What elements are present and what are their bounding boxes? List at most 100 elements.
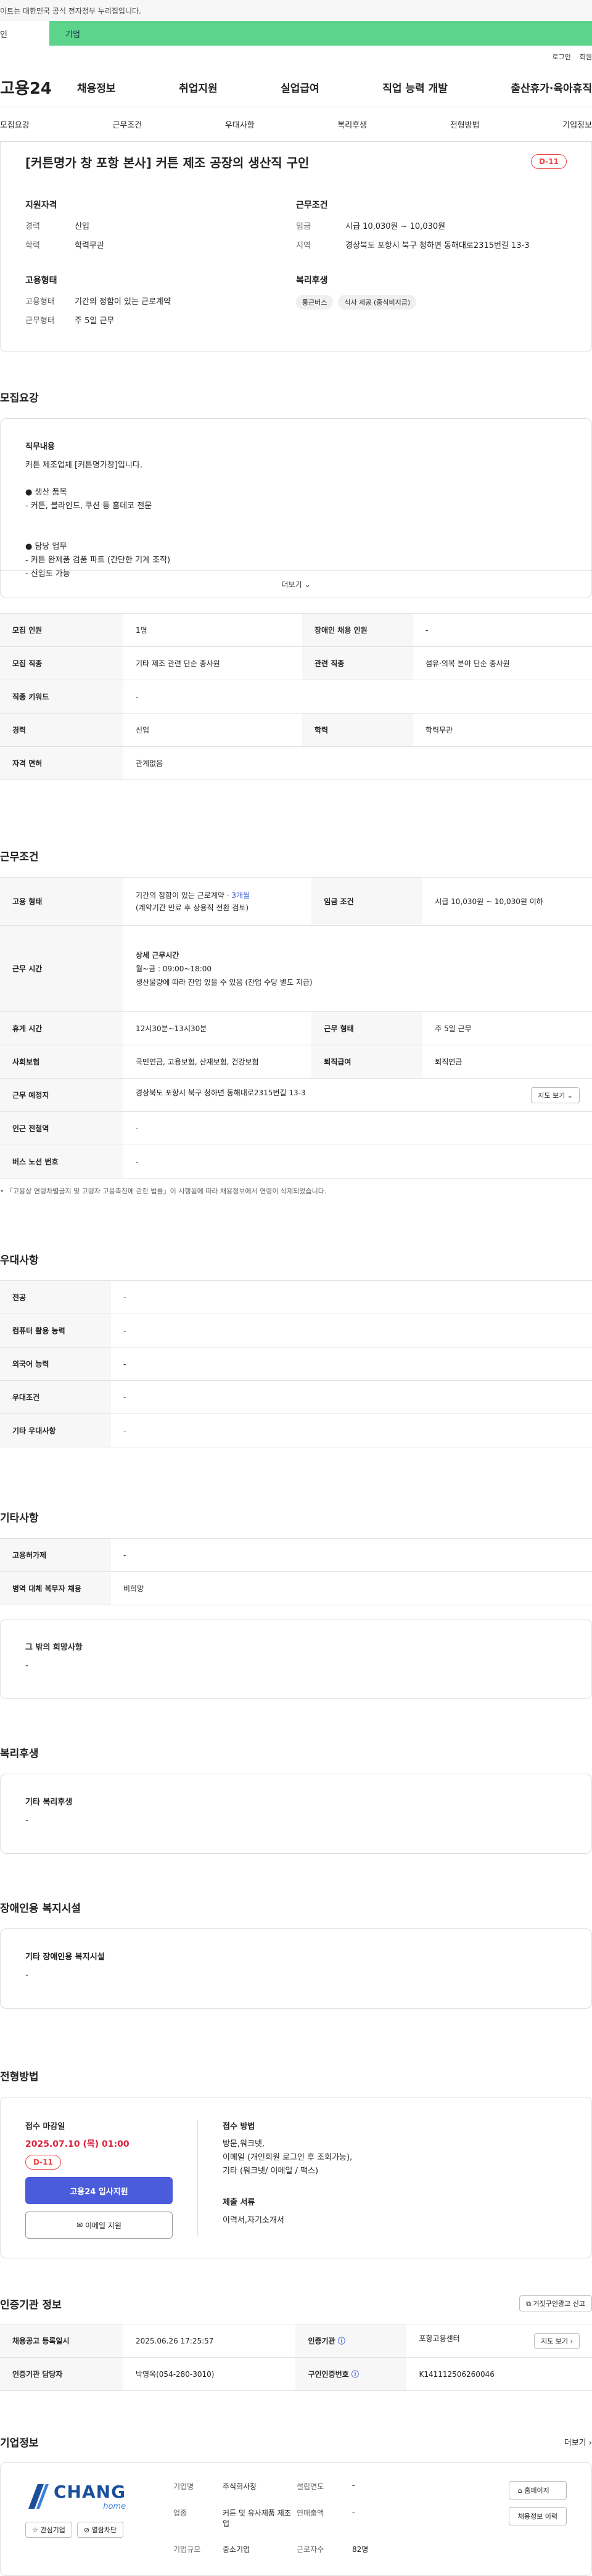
company-section-title: 기업정보: [0, 2437, 39, 2450]
table-header: 컴퓨터 활용 능력: [0, 1314, 111, 1348]
welfare-chip: 통근버스: [296, 295, 334, 310]
employment-block: 고용형태 고용형태 기간의 정함이 있는 근로계약 근무형태 주 5일 근무: [25, 274, 296, 333]
table-cell: -: [111, 1380, 592, 1414]
tab-personal[interactable]: 인: [0, 21, 49, 46]
deadline-heading: 접수 마감일: [25, 2122, 65, 2131]
field-value: -: [352, 2507, 355, 2516]
table-header: 인근 전철역: [0, 1111, 123, 1145]
recruit-table: 모집 인원 1명 장애인 채용 인원 - 모집 직종 기타 제조 관련 단순 종사원 관련…: [0, 613, 592, 780]
tab-selection[interactable]: 전형방법: [450, 118, 480, 130]
table-header: 우대조건: [0, 1380, 111, 1414]
table-row: 전공 -: [0, 1280, 592, 1314]
table-cell: -: [123, 680, 592, 714]
pref-section-title: 우대사항: [0, 1254, 39, 1267]
disabled-section-title: 장애인용 복지시설: [0, 1903, 81, 1915]
table-row: 자격 면허 관계없음: [0, 746, 592, 780]
field-label: 업종: [173, 2508, 187, 2517]
homepage-button[interactable]: ⌂ 홈페이지: [508, 2481, 567, 2500]
info-icon: •: [0, 1187, 4, 1195]
info-icon[interactable]: ⓘ: [338, 2337, 345, 2345]
table-row: 외국어 능력 -: [0, 1347, 592, 1381]
table-row: 인증기관 담당자 박영옥(054-280-3010) 구인인증번호 ⓘ K141112…: [0, 2357, 592, 2391]
field-value: 중소기업: [223, 2545, 250, 2554]
qualification-block: 지원자격 경력 신입 학력 학력무관: [25, 199, 296, 258]
contract-months[interactable]: 3개월: [231, 891, 250, 900]
gnb-item-employment-support[interactable]: 취업지원: [179, 80, 218, 95]
tab-recruit[interactable]: 모집요강: [0, 118, 30, 130]
work-table: 고용 형태 기간의 정함이 있는 근로계약 · 3개월 (계약기간 만료 후 상용…: [0, 877, 592, 1179]
table-cell: -: [111, 1280, 592, 1314]
table-header: 사회보험: [0, 1045, 123, 1079]
info-icon[interactable]: ⓘ: [352, 2370, 359, 2379]
tab-company[interactable]: 기업정보: [562, 118, 592, 130]
gov-notice: 이트는 대한민국 공식 전자정부 누리집입니다.: [0, 6, 141, 15]
welfare-chip: 식사 제공 (중식비지급): [338, 295, 417, 310]
table-header: 자격 면허: [0, 746, 123, 780]
age-notice-text: 「고용상 연령차별금지 및 고령자 고용촉진에 관한 법률」이 시행됨에 따라 …: [6, 1187, 327, 1195]
employment-type-label: 고용형태: [25, 297, 55, 307]
field-label: 기업규모: [173, 2545, 201, 2554]
table-row: 병역 대체 복무자 채용 비희망: [0, 1571, 592, 1605]
more-button[interactable]: 더보기 ⌄: [1, 570, 591, 598]
tab-welfare[interactable]: 복리후생: [337, 118, 367, 130]
table-cell: -: [111, 1314, 592, 1348]
table-cell: 비희망: [111, 1571, 592, 1605]
map-button[interactable]: 지도 보기 ⌄: [531, 1087, 580, 1103]
job-history-button[interactable]: 채용정보 이력: [508, 2507, 567, 2525]
table-header: 퇴직급여: [311, 1045, 423, 1079]
hope-value: -: [25, 1661, 29, 1671]
login-link[interactable]: 로그인: [552, 52, 570, 62]
table-row: 인근 전철역 -: [0, 1111, 592, 1145]
table-header: 휴게 시간: [0, 1011, 123, 1045]
condition-heading: 근무조건: [296, 200, 328, 210]
employment-heading: 고용형태: [25, 276, 57, 286]
join-link[interactable]: 회원: [580, 52, 592, 62]
gnb-item-jobs[interactable]: 채용정보: [77, 80, 116, 95]
email-apply-button[interactable]: ✉ 이메일 지원: [25, 2212, 173, 2239]
work-type-label: 근무형태: [25, 316, 55, 326]
chevron-down-icon: ⌄: [304, 580, 311, 589]
work-section-title: 근무조건: [0, 851, 39, 863]
site-logo[interactable]: 고용24: [0, 76, 77, 99]
wage-cell: 시급 10,030원 ~ 10,030원 이하: [422, 877, 592, 926]
gnb-item-vocational-training[interactable]: 직업 능력 개발: [382, 80, 448, 95]
welfare-heading: 복리후생: [296, 276, 328, 286]
agency-map-button[interactable]: 지도 보기 ›: [534, 2332, 580, 2349]
time-line: 생산물량에 따라 잔업 있을 수 있음 (잔업 수당 별도 지급): [136, 977, 313, 987]
hope-heading: 그 밖의 희망사항: [25, 1643, 83, 1652]
tab-company[interactable]: 기업: [49, 21, 592, 46]
table-header: 경력: [0, 713, 123, 747]
table-row: 휴게 시간 12시30분~13시30분 근무 형태 주 5일 근무: [0, 1011, 592, 1045]
report-button[interactable]: ⧉ 거짓구인광고 신고: [519, 2295, 592, 2311]
tab-conditions[interactable]: 근무조건: [112, 118, 142, 130]
favorite-button[interactable]: ☆ 관심기업: [25, 2522, 72, 2538]
table-cell: 신입: [123, 713, 302, 747]
apply-button[interactable]: 고용24 입사지원: [25, 2177, 173, 2204]
disabled-card-value: -: [25, 1970, 29, 1980]
block-button[interactable]: ⊘ 열람차단: [76, 2522, 124, 2538]
table-row: 경력 신입 학력 학력무관: [0, 713, 592, 747]
time-line: 월~금 : 09:00~18:00: [136, 964, 212, 973]
tab-preference[interactable]: 우대사항: [225, 118, 255, 130]
table-header: 구인인증번호: [308, 2370, 349, 2379]
gnb-item-unemployment-benefit[interactable]: 실업급여: [281, 80, 319, 95]
table-row: 사회보험 국민연금, 고용보험, 산재보험, 건강보험 퇴직급여 퇴직연금: [0, 1045, 592, 1079]
table-header: 인증기관: [308, 2337, 335, 2345]
field-value: 82명: [352, 2545, 369, 2554]
education-label: 학력: [25, 241, 40, 250]
company-logo: CHANG home: [25, 2481, 173, 2512]
table-cell: 12시30분~13시30분: [123, 1011, 312, 1045]
welfare-card-value: -: [25, 1816, 29, 1825]
logo-text: CHANG: [54, 2482, 126, 2502]
recruit-section-title: 모집요강: [0, 392, 39, 405]
block-icon: ⊘: [83, 2526, 90, 2534]
pref-table: 전공 - 컴퓨터 활용 능력 - 외국어 능력 - 우대조건 - 기타 우대사항 -: [0, 1280, 592, 1447]
gnb-item-maternity-leave[interactable]: 출산휴가·육아휴직: [511, 80, 592, 95]
hope-card: 그 밖의 희망사항 -: [0, 1619, 592, 1699]
dday-badge: D-11: [531, 154, 567, 169]
welfare-section-title: 복리후생: [0, 1748, 39, 1760]
region-value: 경상북도 포항시 북구 청하면 동해대로2315번길 13-3: [345, 241, 530, 250]
employment-type-value: 기간의 정함이 있는 근로계약: [75, 297, 171, 307]
company-more-link[interactable]: 더보기 ›: [564, 2436, 592, 2448]
table-row: 우대조건 -: [0, 1380, 592, 1414]
